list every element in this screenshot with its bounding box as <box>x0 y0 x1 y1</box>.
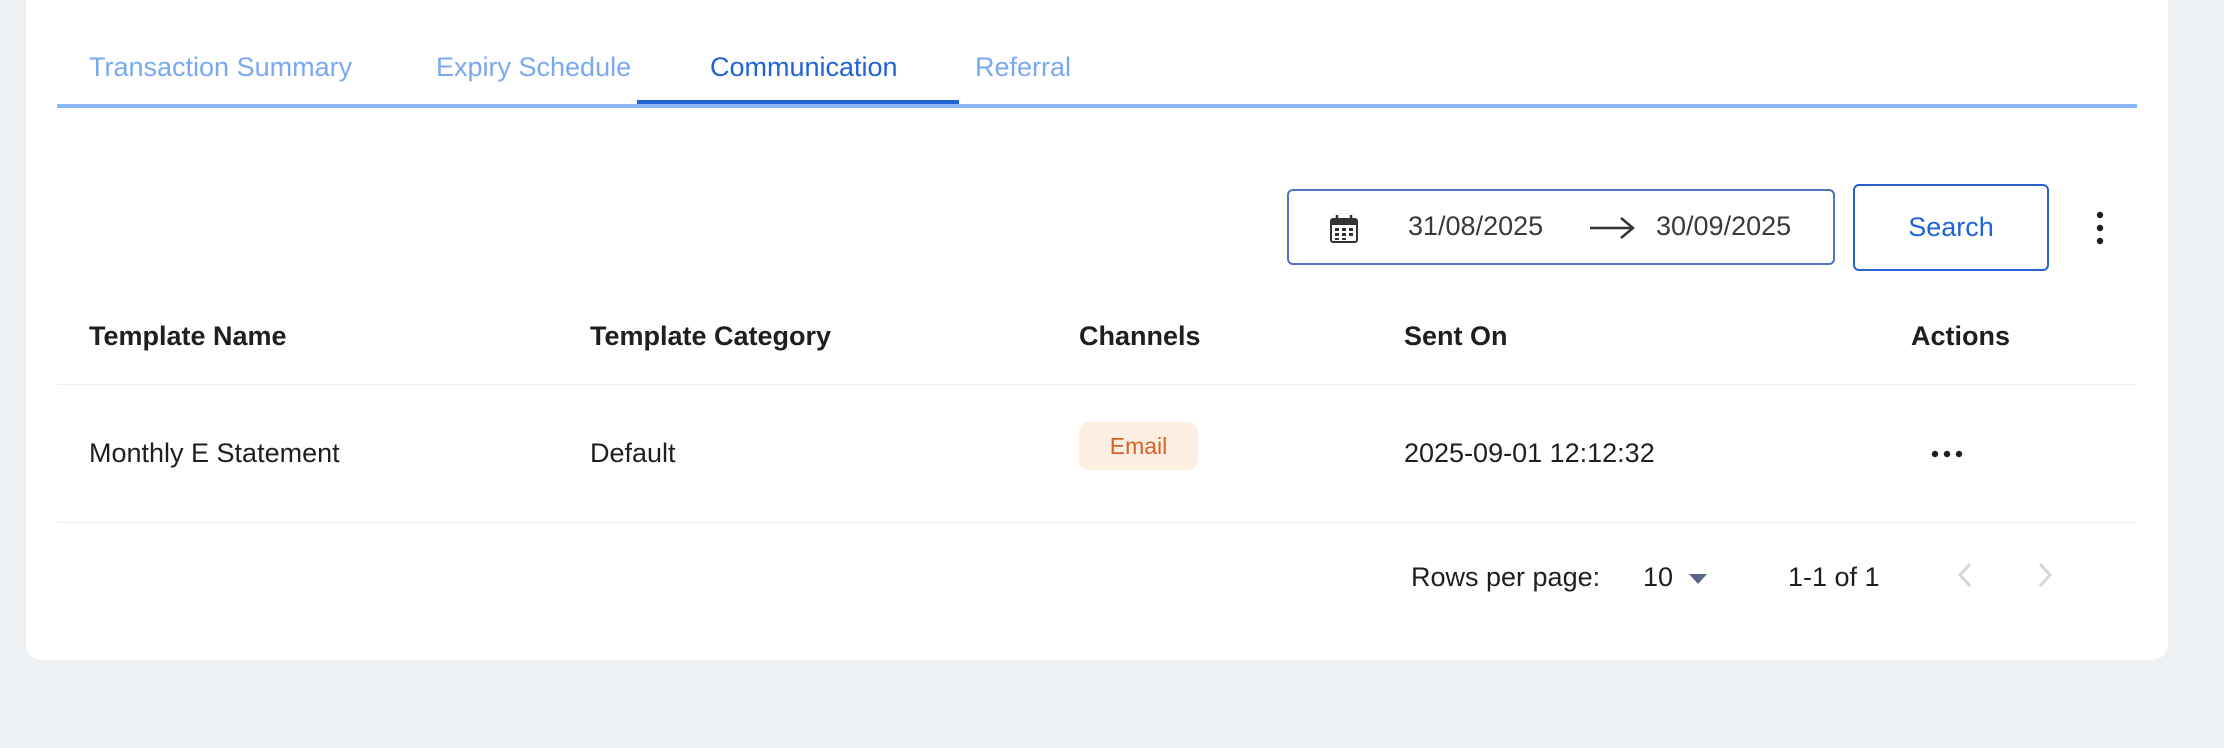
end-date-input[interactable]: 30/09/2025 <box>1656 211 1791 242</box>
sent-on-cell: 2025-09-01 12:12:32 <box>1404 438 1655 468</box>
horizontal-ellipsis-icon[interactable] <box>1930 443 1964 465</box>
start-date-input[interactable]: 31/08/2025 <box>1408 211 1543 242</box>
tab-transaction-summary[interactable]: Transaction Summary <box>89 52 352 83</box>
caret-down-icon <box>1689 574 1707 584</box>
column-header-sent-on: Sent On <box>1404 321 1508 351</box>
template-name-cell: Monthly E Statement <box>89 438 340 468</box>
tab-communication[interactable]: Communication <box>710 52 898 83</box>
tab-expiry-schedule[interactable]: Expiry Schedule <box>436 52 631 83</box>
pagination-range: 1-1 of 1 <box>1788 562 1880 592</box>
active-tab-indicator <box>637 100 959 104</box>
chevron-left-icon[interactable] <box>1954 560 1976 590</box>
rows-per-page-label: Rows per page: <box>1411 562 1601 592</box>
tab-bar: Transaction Summary Expiry Schedule Comm… <box>57 0 2137 108</box>
tab-referral[interactable]: Referral <box>975 52 1071 83</box>
channel-badge: Email <box>1079 422 1198 470</box>
template-category-cell: Default <box>590 438 676 468</box>
column-header-actions: Actions <box>1911 321 2011 351</box>
row-divider <box>57 522 2137 523</box>
rows-per-page-value: 10 <box>1643 562 1674 592</box>
column-header-channels: Channels <box>1079 321 1201 351</box>
chevron-right-icon[interactable] <box>2034 560 2056 590</box>
rows-per-page-select[interactable]: 10 <box>1640 556 1720 598</box>
vertical-ellipsis-icon[interactable] <box>2090 210 2110 246</box>
calendar-icon <box>1330 215 1358 243</box>
search-button[interactable]: Search <box>1853 184 2049 271</box>
arrow-right-icon <box>1590 217 1635 239</box>
header-divider <box>57 384 2137 385</box>
column-header-template-category: Template Category <box>590 321 832 351</box>
column-header-template-name: Template Name <box>89 321 287 351</box>
date-range-picker[interactable]: 31/08/2025 30/09/2025 <box>1287 189 1835 265</box>
